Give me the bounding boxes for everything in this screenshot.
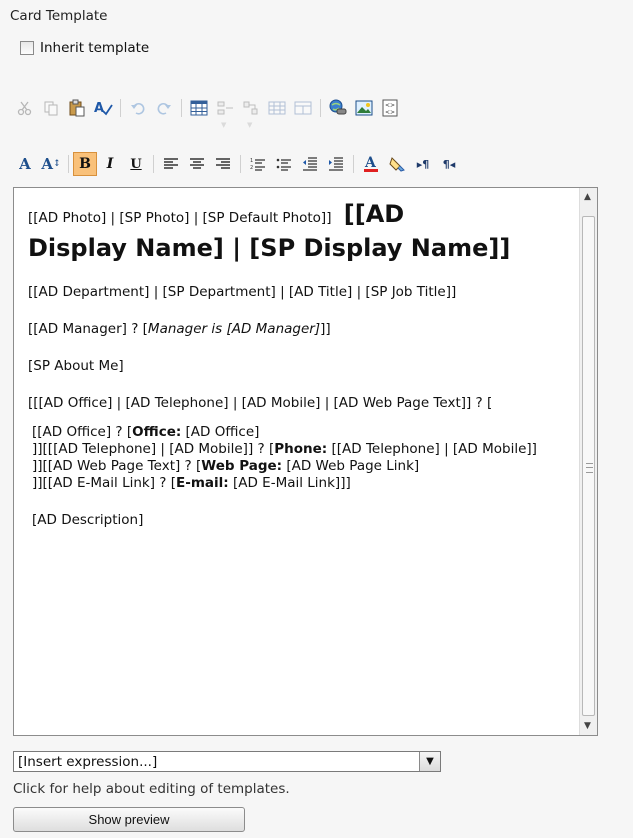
- display-name-heading: Display Name] | [SP Display Name]]: [28, 234, 511, 262]
- editor-toolbar-1: A <><>: [12, 86, 403, 130]
- insert-table-icon[interactable]: [188, 97, 210, 119]
- svg-text:A: A: [94, 101, 104, 116]
- numbered-list-icon[interactable]: 12: [247, 153, 269, 175]
- ltr-icon[interactable]: ▸¶: [412, 153, 434, 175]
- redo-icon[interactable]: [153, 97, 175, 119]
- insert-column-icon[interactable]: [240, 97, 262, 129]
- webpage-detail-part: [AD Web Page Link]: [282, 458, 420, 474]
- scroll-up-icon[interactable]: ▲: [584, 192, 591, 202]
- scrollbar-thumb[interactable]: [582, 216, 595, 716]
- image-icon[interactable]: [353, 97, 375, 119]
- email-detail-part: ]][[AD E-Mail Link] ? [: [32, 475, 177, 491]
- department-expression: [[AD Department] | [SP Department] | [AD…: [28, 284, 457, 300]
- office-detail-part: [[AD Office] ? [: [32, 424, 133, 440]
- merge-cells-icon[interactable]: [266, 97, 288, 119]
- show-preview-button[interactable]: Show preview: [13, 807, 245, 832]
- font-size-icon[interactable]: A ↕: [40, 153, 62, 175]
- email-label: E-mail:: [176, 475, 229, 491]
- undo-icon[interactable]: [127, 97, 149, 119]
- font-color-icon[interactable]: A: [360, 153, 382, 175]
- manager-italic: Manager is [AD Manager]: [147, 321, 321, 337]
- svg-text:<>: <>: [385, 102, 395, 109]
- template-editor[interactable]: [[AD Photo] | [SP Photo] | [SP Default P…: [13, 187, 598, 736]
- editor-scrollbar[interactable]: ▲ ▼: [579, 188, 597, 735]
- insert-expression-select[interactable]: [Insert expression...] ▼: [13, 751, 441, 772]
- hyperlink-icon[interactable]: [327, 97, 349, 119]
- manager-expression: [[AD Manager] ? [Manager is [AD Manager]…: [28, 321, 580, 338]
- email-detail-part: [AD E-Mail Link]]]: [228, 475, 351, 491]
- phone-detail-part: ]][[[AD Telephone] | [AD Mobile]] ? [: [32, 441, 275, 457]
- svg-text:1: 1: [250, 158, 253, 164]
- bullet-list-icon[interactable]: [273, 153, 295, 175]
- toolbar-separator: [120, 99, 121, 117]
- webpage-detail-part: ]][[AD Web Page Text] ? [: [32, 458, 202, 474]
- underline-icon[interactable]: U: [125, 153, 147, 175]
- webpage-label: Web Page:: [201, 458, 283, 474]
- editor-content[interactable]: [[AD Photo] | [SP Photo] | [SP Default P…: [28, 198, 580, 529]
- spelling-icon[interactable]: A: [92, 97, 114, 119]
- inherit-template-row[interactable]: Inherit template: [20, 40, 149, 56]
- office-expression: [[[AD Office] | [AD Telephone] | [AD Mob…: [28, 395, 493, 411]
- svg-text:A: A: [364, 155, 377, 171]
- office-detail-part: [AD Office]: [181, 424, 260, 440]
- photo-expression: [[AD Photo] | [SP Photo] | [SP Default P…: [28, 210, 332, 226]
- description-expression: [AD Description]: [32, 512, 144, 528]
- svg-text:2: 2: [250, 165, 253, 171]
- grip-icon: [586, 463, 593, 473]
- align-center-icon[interactable]: [186, 153, 208, 175]
- toolbar-separator: [181, 99, 182, 117]
- inherit-template-label[interactable]: Inherit template: [40, 40, 149, 56]
- display-name-heading-start: [[AD: [343, 200, 405, 228]
- insert-row-icon[interactable]: [214, 97, 236, 129]
- toolbar-separator: [240, 155, 241, 173]
- toolbar-separator: [153, 155, 154, 173]
- decrease-indent-icon[interactable]: [299, 153, 321, 175]
- section-title: Card Template: [10, 8, 108, 24]
- editor-toolbar-2: A A ↕ B I U 12 A ▸¶ ¶◂: [12, 142, 462, 186]
- highlight-icon[interactable]: [386, 153, 408, 175]
- toolbar-separator: [353, 155, 354, 173]
- toolbar-separator: [68, 155, 69, 173]
- toolbar-separator: [320, 99, 321, 117]
- split-cells-icon[interactable]: [292, 97, 314, 119]
- align-right-icon[interactable]: [212, 153, 234, 175]
- inherit-template-checkbox[interactable]: [20, 41, 34, 55]
- bold-icon[interactable]: B: [73, 152, 97, 176]
- contact-details-block: [[AD Office] ? [Office: [AD Office] ]][[…: [28, 424, 580, 529]
- template-help-link[interactable]: Click for help about editing of template…: [13, 781, 290, 797]
- manager-prefix: [[AD Manager] ? [: [28, 321, 148, 337]
- manager-suffix: ]]: [320, 321, 331, 337]
- chevron-down-icon[interactable]: ▼: [419, 752, 440, 771]
- copy-icon[interactable]: [40, 97, 62, 119]
- cut-icon[interactable]: [14, 97, 36, 119]
- font-icon[interactable]: A: [14, 153, 36, 175]
- phone-label: Phone:: [274, 441, 328, 457]
- office-label: Office:: [132, 424, 182, 440]
- phone-detail-part: [[AD Telephone] | [AD Mobile]]: [327, 441, 537, 457]
- increase-indent-icon[interactable]: [325, 153, 347, 175]
- align-left-icon[interactable]: [160, 153, 182, 175]
- italic-icon[interactable]: I: [99, 153, 121, 175]
- editor-line-photo: [[AD Photo] | [SP Photo] | [SP Default P…: [28, 198, 580, 230]
- html-source-icon[interactable]: <> <>: [379, 97, 401, 119]
- scroll-down-icon[interactable]: ▼: [584, 721, 591, 731]
- paste-icon[interactable]: [66, 97, 88, 119]
- svg-text:<>: <>: [385, 109, 395, 116]
- about-me-expression: [SP About Me]: [28, 358, 124, 374]
- rtl-icon[interactable]: ¶◂: [438, 153, 460, 175]
- insert-expression-value[interactable]: [Insert expression...]: [14, 754, 419, 770]
